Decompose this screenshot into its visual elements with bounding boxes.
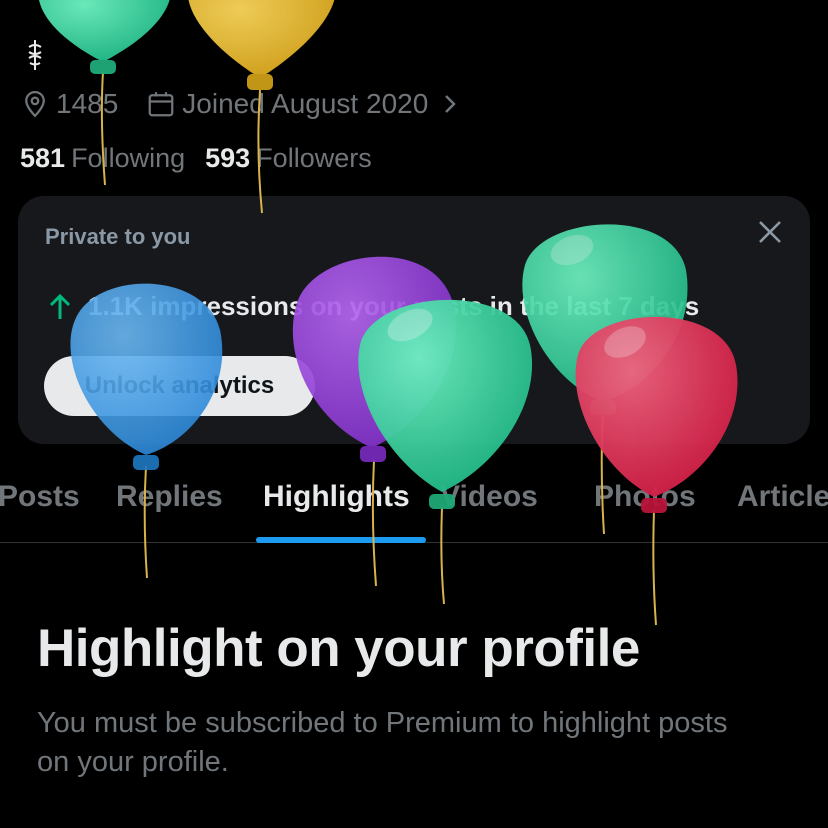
caduceus-icon [26,38,44,72]
arrow-up-icon [48,293,72,321]
profile-tabs: Posts Replies Highlights Videos Photos A… [0,472,828,543]
private-label: Private to you [45,224,191,249]
tab-photos[interactable]: Photos [594,480,696,514]
chevron-right-icon[interactable] [442,91,458,117]
tab-posts[interactable]: Posts [0,480,80,514]
balloon-green-top [39,0,170,74]
follow-stats: 581 Following 593 Followers [20,143,372,174]
analytics-card: Private to you 1.1K impressions on your … [18,196,810,444]
location-pin-icon [20,89,50,119]
followers-link[interactable]: 593 Followers [205,143,372,174]
following-count: 581 [20,143,66,173]
profile-meta-row: 1485 Joined August 2020 [20,84,458,124]
impressions-text: 1.1K impressions on your posts in the la… [88,291,700,321]
location-text: 1485 [56,88,119,119]
followers-label: Followers [256,143,372,173]
calendar-icon [146,89,176,119]
joined-date: Joined August 2020 [182,88,429,119]
tab-replies[interactable]: Replies [116,480,223,514]
tab-videos[interactable]: Videos [440,480,538,514]
impressions-stat: 1.1K impressions on your posts in the la… [48,291,699,322]
following-link[interactable]: 581 Following [20,143,185,174]
empty-state-title: Highlight on your profile [37,619,640,678]
following-label: Following [71,143,186,173]
active-tab-indicator [256,537,426,543]
balloon-gold [188,0,335,90]
unlock-analytics-button[interactable]: Unlock analytics [44,356,315,416]
followers-count: 593 [205,143,251,173]
empty-state-description: You must be subscribed to Premium to hig… [37,707,728,778]
close-icon[interactable] [756,218,784,246]
tab-articles[interactable]: Articles [737,480,828,514]
tab-highlights[interactable]: Highlights [263,480,410,514]
